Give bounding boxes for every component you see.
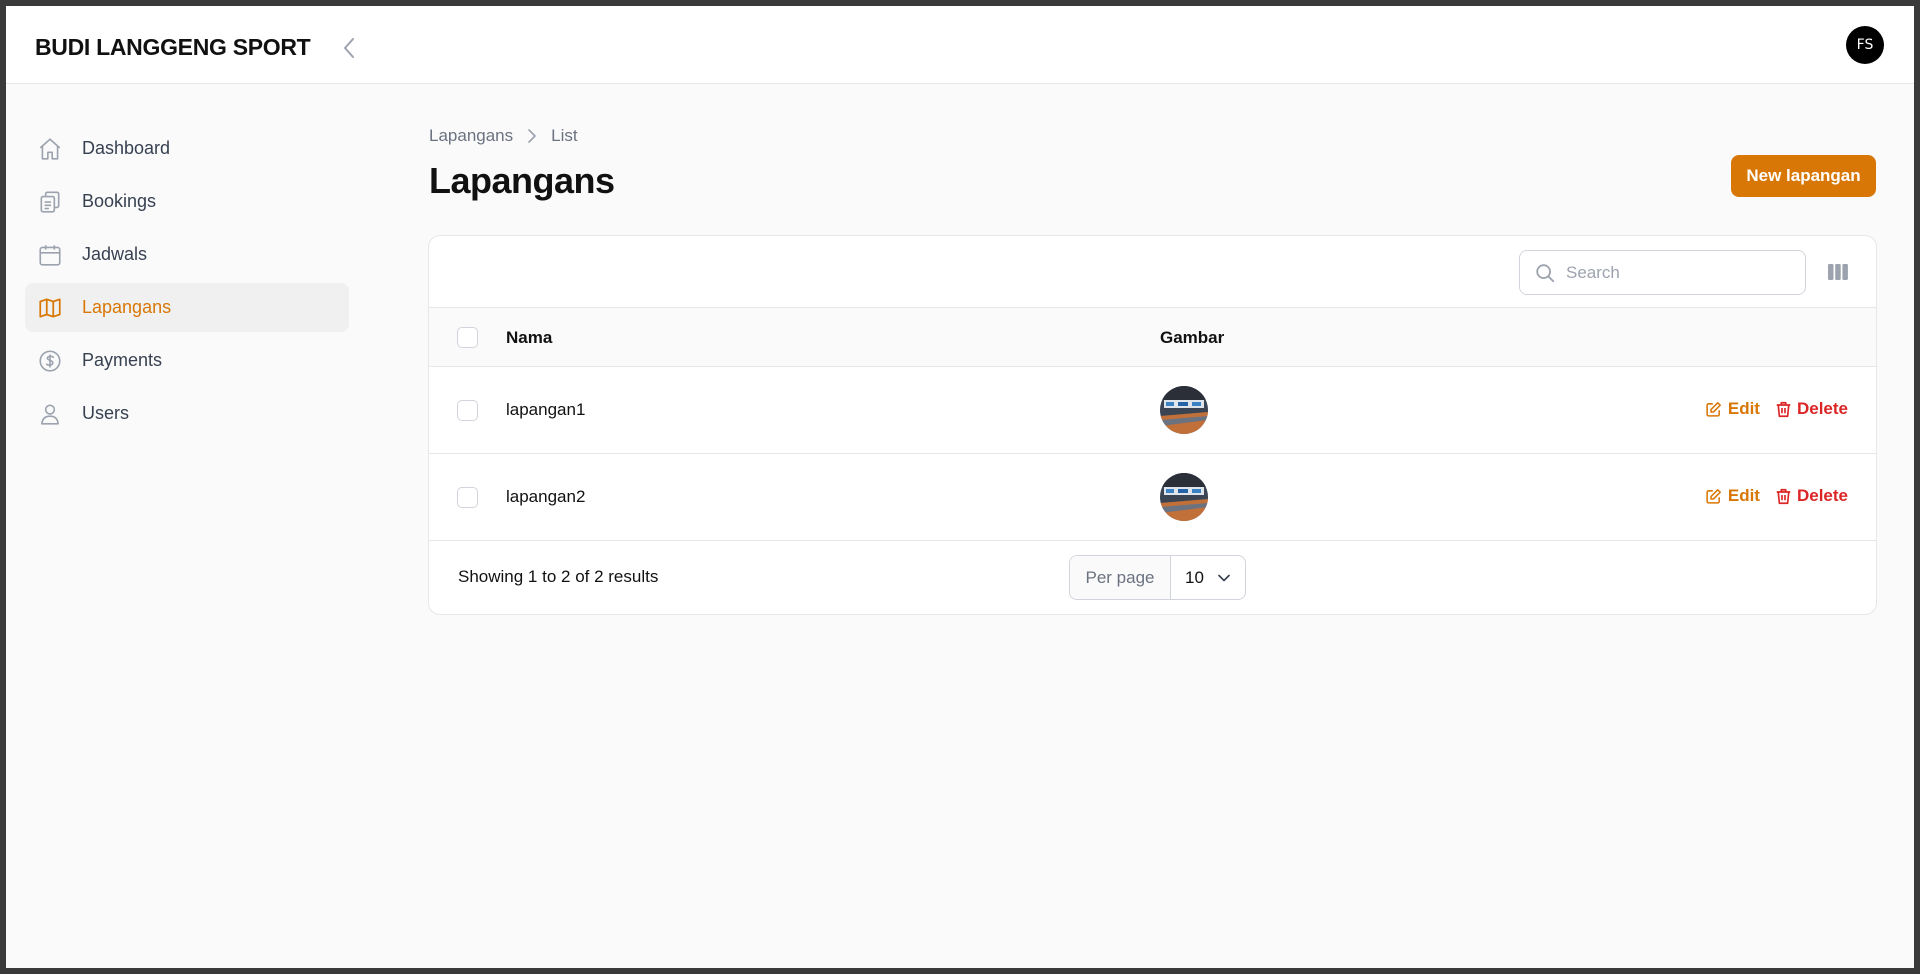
sidebar-item-label: Dashboard	[82, 138, 171, 158]
home-icon	[37, 136, 63, 162]
trash-icon	[1776, 401, 1791, 417]
sidebar-item-jadwals[interactable]: Jadwals	[25, 230, 349, 279]
per-page-value: 10	[1185, 567, 1204, 587]
court-thumbnail-image	[1160, 473, 1208, 521]
calendar-icon	[37, 242, 63, 268]
row-actions: Edit Delete	[1705, 399, 1848, 419]
table-card: Nama Gambar lapangan1 Edit Delete	[428, 235, 1877, 615]
app-window: BUDI LANGGENG SPORT FS Dashboard Booking…	[6, 6, 1914, 968]
table-header: Nama Gambar	[429, 308, 1876, 367]
delete-button[interactable]: Delete	[1776, 486, 1848, 506]
map-icon	[37, 295, 63, 321]
columns-icon	[1828, 264, 1848, 280]
table-row: lapangan2 Edit Delete	[429, 454, 1876, 541]
brand-title: BUDI LANGGENG SPORT	[35, 34, 311, 60]
chevron-left-icon	[344, 38, 354, 58]
sidebar: Dashboard Bookings Jadwals Lapangans Pay…	[25, 124, 349, 442]
court-thumbnail-image	[1160, 386, 1208, 434]
per-page-select[interactable]: 10	[1171, 556, 1245, 599]
pencil-square-icon	[1706, 488, 1721, 504]
new-lapangan-button[interactable]: New lapangan	[1731, 155, 1876, 197]
sidebar-item-label: Bookings	[82, 191, 157, 211]
edit-button[interactable]: Edit	[1705, 399, 1760, 419]
column-toggle-button[interactable]	[1827, 262, 1849, 282]
user-icon	[37, 401, 63, 427]
delete-label: Delete	[1796, 399, 1848, 418]
sidebar-item-label: Payments	[82, 350, 163, 370]
dollar-circle-icon	[37, 348, 63, 374]
row-nama: lapangan1	[506, 400, 586, 419]
search-input[interactable]	[1566, 262, 1786, 283]
sidebar-item-users[interactable]: Users	[25, 389, 349, 438]
sidebar-item-label: Lapangans	[82, 297, 172, 317]
sidebar-item-payments[interactable]: Payments	[25, 336, 349, 385]
chevron-right-icon	[527, 129, 537, 143]
select-all-checkbox[interactable]	[457, 327, 478, 348]
breadcrumb-link-lapangans[interactable]: Lapangans	[429, 126, 513, 146]
sidebar-item-lapangans[interactable]: Lapangans	[25, 283, 349, 332]
trash-icon	[1776, 488, 1791, 504]
collapse-sidebar-button[interactable]	[337, 36, 361, 60]
edit-label: Edit	[1727, 399, 1760, 418]
row-checkbox[interactable]	[457, 487, 478, 508]
breadcrumb: Lapangans List	[429, 126, 578, 146]
chevron-down-icon	[1218, 574, 1230, 581]
row-nama: lapangan2	[506, 487, 586, 506]
page-title: Lapangans	[429, 160, 615, 201]
edit-label: Edit	[1727, 486, 1760, 505]
search-box[interactable]	[1519, 250, 1806, 295]
breadcrumb-current: List	[551, 126, 578, 145]
sidebar-item-dashboard[interactable]: Dashboard	[25, 124, 349, 173]
table-row: lapangan1 Edit Delete	[429, 367, 1876, 454]
results-summary: Showing 1 to 2 of 2 results	[458, 567, 659, 586]
top-bar: BUDI LANGGENG SPORT FS	[6, 6, 1914, 84]
delete-label: Delete	[1796, 486, 1848, 505]
clipboard-icon	[37, 189, 63, 215]
user-avatar[interactable]: FS	[1846, 26, 1884, 64]
sidebar-item-label: Jadwals	[82, 244, 148, 264]
column-header-gambar: Gambar	[1160, 328, 1225, 347]
per-page-control: Per page 10	[1069, 555, 1246, 600]
row-actions: Edit Delete	[1705, 486, 1848, 506]
pencil-square-icon	[1706, 401, 1721, 417]
sidebar-item-label: Users	[82, 403, 130, 423]
table-footer: Showing 1 to 2 of 2 results Per page 10	[429, 541, 1876, 613]
row-checkbox[interactable]	[457, 400, 478, 421]
table-toolbar	[429, 236, 1876, 308]
per-page-label: Per page	[1070, 556, 1171, 599]
column-header-nama[interactable]: Nama	[506, 328, 552, 348]
edit-button[interactable]: Edit	[1705, 486, 1760, 506]
sidebar-item-bookings[interactable]: Bookings	[25, 177, 349, 226]
delete-button[interactable]: Delete	[1776, 399, 1848, 419]
search-icon	[1536, 263, 1555, 282]
